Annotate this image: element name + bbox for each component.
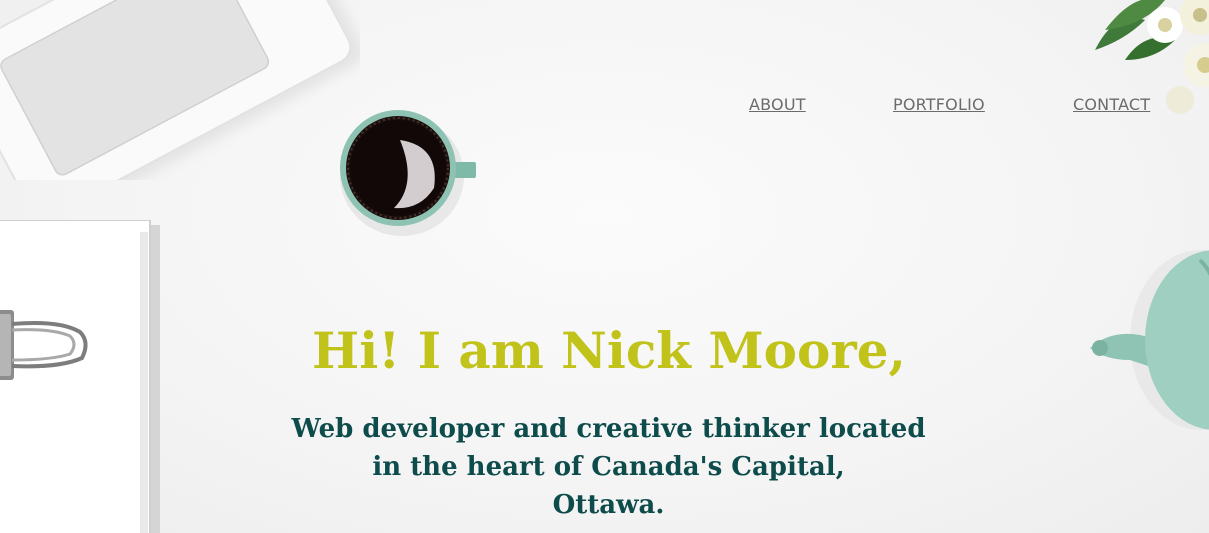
main-nav: ABOUT PORTFOLIO CONTACT — [0, 95, 1209, 119]
hero-title: Hi! I am Nick Moore, — [312, 321, 906, 380]
hero-section: ABOUT PORTFOLIO CONTACT Hi! I am Nick Mo… — [0, 0, 1209, 533]
nav-link-about[interactable]: ABOUT — [749, 95, 806, 114]
hero-subtitle-line: Ottawa. — [552, 490, 665, 520]
nav-link-portfolio[interactable]: PORTFOLIO — [893, 95, 985, 114]
hero-subtitle-line: in the heart of Canada's Capital, — [372, 452, 845, 482]
laptop-image — [0, 0, 360, 180]
nav-link-contact[interactable]: CONTACT — [1073, 95, 1150, 114]
hero-subtitle: Web developer and creative thinker locat… — [260, 410, 957, 524]
coffee-cup-image — [340, 110, 476, 236]
hero-subtitle-line: Web developer and creative thinker locat… — [291, 414, 926, 444]
